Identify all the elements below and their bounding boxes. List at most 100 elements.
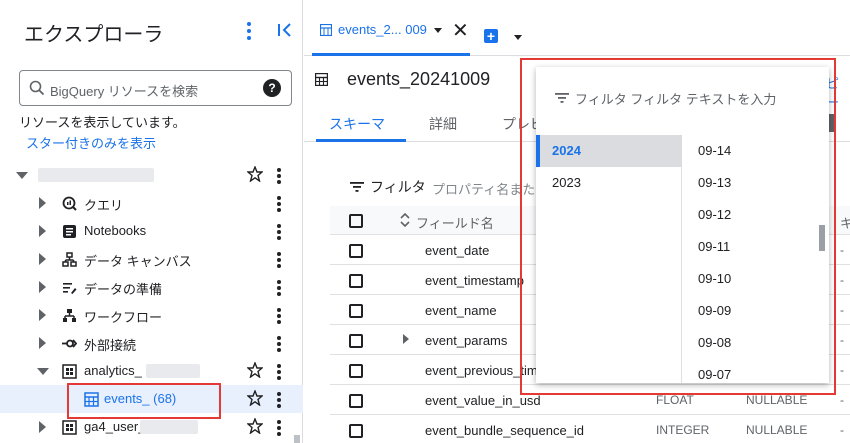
year-item-2024[interactable]: 2024	[536, 135, 682, 167]
search-input[interactable]: BigQuery リソースを検索 ?	[19, 70, 292, 106]
date-item[interactable]: 09-11	[698, 239, 730, 254]
sort-icon[interactable]	[400, 213, 410, 227]
help-icon[interactable]: ?	[263, 79, 281, 97]
row-checkbox[interactable]	[349, 244, 363, 258]
dataset-icon	[62, 364, 77, 379]
year-item-2023[interactable]: 2023	[536, 167, 682, 199]
field-name: event_date	[425, 243, 490, 258]
date-item[interactable]: 09-13	[698, 175, 731, 190]
expand-arrow-icon[interactable]	[403, 334, 409, 344]
close-icon[interactable]: ✕	[452, 18, 469, 43]
search-placeholder: BigQuery リソースを検索	[50, 84, 199, 99]
year-label: 2024	[552, 143, 581, 158]
star-icon[interactable]	[247, 166, 263, 182]
table-icon	[320, 24, 332, 36]
tree-item-notebooks[interactable]: Notebooks	[0, 217, 303, 245]
year-list: 2024 2023	[536, 135, 682, 383]
tree-item-analytics-dataset[interactable]: analytics_	[0, 357, 303, 385]
query-icon	[62, 196, 77, 211]
date-item[interactable]: 09-14	[698, 143, 731, 158]
active-tab-indicator	[316, 139, 406, 142]
collapse-panel-icon[interactable]	[276, 18, 294, 42]
tab-schema[interactable]: スキーマ	[329, 114, 385, 134]
chevron-right-icon[interactable]	[39, 253, 47, 265]
more-vert-icon[interactable]	[244, 20, 254, 42]
field-dash: -	[840, 303, 844, 317]
field-mode: NULLABLE	[746, 423, 808, 437]
show-starred-link[interactable]: スター付きのみを表示	[26, 133, 156, 152]
row-checkbox[interactable]	[349, 304, 363, 318]
tree-item-data-canvas[interactable]: データ キャンバス	[0, 245, 303, 273]
tree-item-ga4-user-dataset[interactable]: ga4_user_	[0, 413, 303, 441]
date-picker-popup: フィルタ フィルタ テキストを入力 2024 2023 09-14 09-13 …	[536, 67, 829, 383]
chevron-right-icon[interactable]	[39, 421, 47, 433]
tab-details[interactable]: 詳細	[429, 114, 457, 134]
more-vert-icon[interactable]	[275, 391, 283, 409]
chevron-down-icon[interactable]	[16, 172, 28, 180]
chevron-down-icon[interactable]	[37, 368, 49, 376]
chevron-right-icon[interactable]	[39, 225, 47, 237]
redacted-project-name	[38, 168, 154, 182]
field-name: event_value_in_usd	[425, 393, 541, 408]
popup-scrollbar[interactable]	[819, 225, 825, 251]
row-checkbox[interactable]	[349, 364, 363, 378]
column-header-field-name: フィールド名	[416, 216, 494, 231]
field-type: INTEGER	[656, 423, 710, 437]
add-tab-icon[interactable]: +	[484, 29, 498, 43]
date-item[interactable]: 09-09	[698, 303, 731, 318]
explorer-title: エクスプローラ	[24, 24, 164, 46]
more-vert-icon[interactable]	[275, 251, 283, 269]
page-title: events_20241009	[347, 69, 491, 89]
table-row: event_bundle_sequence_id INTEGER NULLABL…	[330, 416, 850, 443]
chevron-right-icon[interactable]	[39, 309, 47, 321]
date-item[interactable]: 09-08	[698, 335, 731, 350]
tree-item-workflow[interactable]: ワークフロー	[0, 301, 303, 329]
more-vert-icon[interactable]	[275, 307, 283, 325]
field-dash: -	[840, 423, 844, 437]
more-vert-icon[interactable]	[275, 223, 283, 241]
tab-events-table[interactable]: events_2... 009 ✕	[312, 14, 470, 56]
more-vert-icon[interactable]	[275, 335, 283, 353]
date-item[interactable]: 09-12	[698, 207, 731, 222]
more-vert-icon[interactable]	[275, 195, 283, 213]
popup-filter-input[interactable]: フィルタ フィルタ テキストを入力	[575, 89, 776, 108]
tree-item-project[interactable]	[0, 161, 303, 189]
tab-label: events_2... 009	[338, 22, 427, 37]
year-label: 2023	[552, 175, 581, 190]
explorer-panel: エクスプローラ BigQuery リソースを検索 ? リソースを表示しています。…	[0, 0, 303, 443]
chevron-right-icon[interactable]	[39, 197, 47, 209]
row-checkbox[interactable]	[349, 424, 363, 438]
field-dash: -	[840, 333, 844, 347]
field-name: event_timestamp	[425, 273, 524, 288]
date-item[interactable]: 09-10	[698, 271, 731, 286]
chevron-right-icon[interactable]	[39, 337, 47, 349]
star-icon[interactable]	[247, 362, 263, 378]
tree-item-external-connections[interactable]: 外部接続	[0, 329, 303, 357]
star-icon[interactable]	[247, 418, 263, 434]
field-dash: -	[840, 363, 844, 377]
date-list: 09-14 09-13 09-12 09-11 09-10 09-09 09-0…	[682, 135, 829, 383]
caret-down-icon[interactable]	[434, 28, 442, 33]
select-all-checkbox[interactable]	[349, 214, 363, 228]
tree-item-data-prep[interactable]: データの準備	[0, 273, 303, 301]
canvas-icon	[62, 252, 77, 267]
caret-down-icon[interactable]	[514, 35, 522, 40]
row-checkbox[interactable]	[349, 394, 363, 408]
field-name: event_params	[425, 333, 508, 348]
star-icon[interactable]	[247, 390, 263, 406]
more-vert-icon[interactable]	[275, 363, 283, 381]
more-vert-icon[interactable]	[275, 279, 283, 297]
explorer-scrollbar[interactable]	[294, 435, 300, 443]
row-checkbox[interactable]	[349, 274, 363, 288]
date-item[interactable]: 09-07	[698, 367, 731, 382]
more-vert-icon[interactable]	[275, 419, 283, 437]
redacted-dataset-suffix	[146, 364, 200, 378]
data-prep-icon	[63, 283, 77, 294]
row-checkbox[interactable]	[349, 334, 363, 348]
redacted-dataset-suffix	[140, 420, 198, 434]
more-vert-icon[interactable]	[275, 167, 283, 185]
notebook-icon	[63, 225, 76, 238]
tree-item-label: クエリ	[84, 198, 124, 213]
tree-item-query[interactable]: クエリ	[0, 189, 303, 217]
chevron-right-icon[interactable]	[39, 281, 47, 293]
